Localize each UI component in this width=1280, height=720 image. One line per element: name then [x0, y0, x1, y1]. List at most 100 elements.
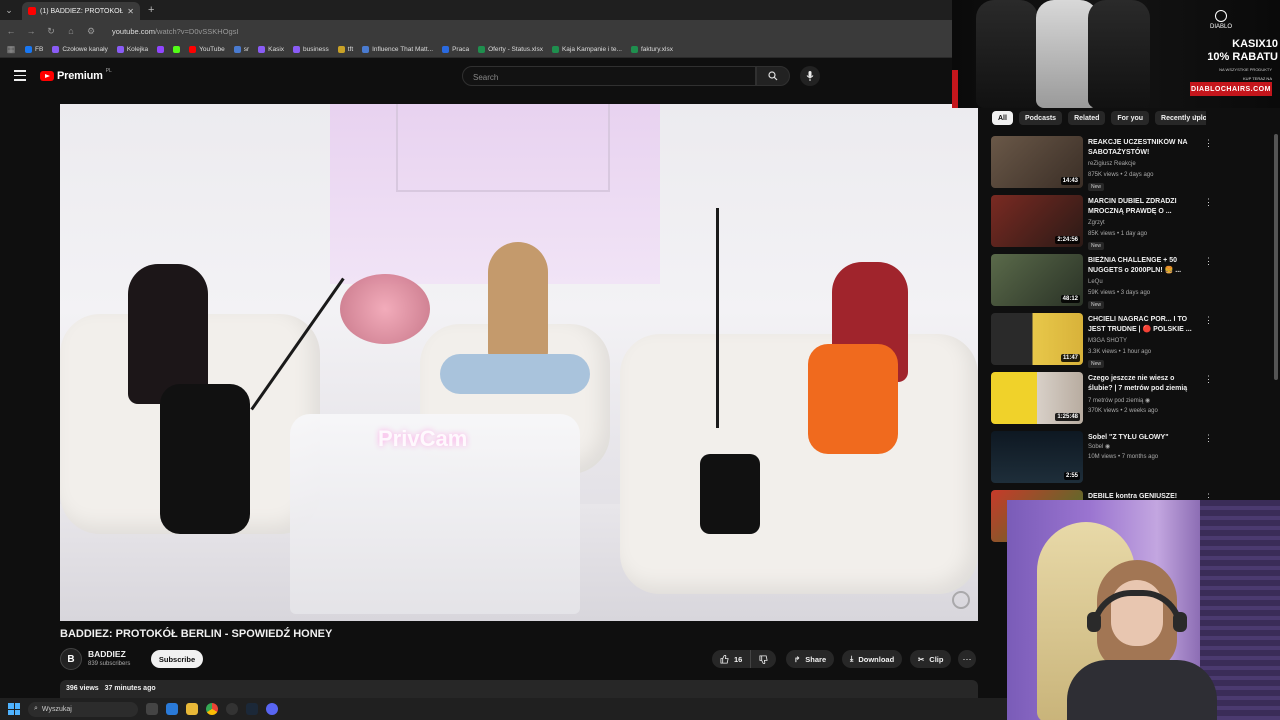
- share-button[interactable]: ↱ Share: [786, 650, 835, 668]
- browser-tab[interactable]: (1) BADDIEZ: PROTOKÓŁ BERLIN ✕: [22, 2, 140, 20]
- rec-channel[interactable]: M3GA SHOTY: [1088, 338, 1127, 344]
- sidebar-scrollbar[interactable]: [1274, 134, 1278, 380]
- rec-title[interactable]: MARCIN DUBIEL ZDRADZI MROCZNĄ PRAWDĘ O .…: [1088, 197, 1198, 217]
- rec-title[interactable]: CHCIELI NAGRAĆ POR... I TO JEST TRUDNE |…: [1088, 315, 1198, 335]
- rec-channel[interactable]: LeQu: [1088, 279, 1103, 285]
- search-input[interactable]: [463, 68, 755, 87]
- download-button[interactable]: ⤓ Download: [842, 650, 903, 668]
- promo-subtext: NA WSZYSTKIE PRODUKTY: [1219, 67, 1272, 72]
- dislike-button[interactable]: [751, 650, 777, 668]
- site-info-icon[interactable]: ⚙: [86, 26, 96, 37]
- bookmark-item[interactable]: [157, 46, 165, 53]
- task-view-icon[interactable]: [146, 703, 158, 715]
- rec-channel[interactable]: Zgrzyt: [1088, 220, 1105, 226]
- rec-title[interactable]: BIEŻNIA CHALLENGE + 50 NUGGETS o 2000PLN…: [1088, 256, 1198, 276]
- rec-channel[interactable]: 7 metrów pod ziemią ◉: [1088, 397, 1150, 404]
- video-thumbnail[interactable]: 2:24:56: [991, 195, 1083, 247]
- rec-channel[interactable]: Sobel ◉: [1088, 443, 1110, 450]
- bookmark-item[interactable]: Czołowe kanały: [52, 46, 108, 53]
- video-player[interactable]: PrivCam: [60, 104, 978, 621]
- video-thumbnail[interactable]: 1:25:48: [991, 372, 1083, 424]
- new-badge: New: [1088, 242, 1105, 250]
- recommendation-item[interactable]: 2:55 Sobel "Z TYŁU GŁOWY" Sobel ◉ 10M vi…: [990, 429, 1214, 485]
- rec-title[interactable]: Sobel "Z TYŁU GŁOWY": [1088, 433, 1198, 443]
- windows-start-icon[interactable]: [8, 703, 20, 715]
- tab-search-icon[interactable]: ⌄: [0, 0, 18, 20]
- video-thumbnail[interactable]: 11:47: [991, 313, 1083, 365]
- bookmark-item[interactable]: Kasix: [258, 46, 284, 53]
- more-vertical-icon[interactable]: ⋮: [1204, 138, 1213, 149]
- more-vertical-icon[interactable]: ⋮: [1204, 433, 1213, 444]
- apps-grid-icon[interactable]: ▦: [6, 44, 16, 55]
- hamburger-icon[interactable]: [14, 70, 26, 84]
- youtube-favicon-icon: [28, 7, 36, 15]
- rec-meta: 59K views • 3 days ago: [1088, 290, 1151, 296]
- like-button[interactable]: 16: [712, 650, 752, 668]
- more-horizontal-icon[interactable]: ⋯: [958, 650, 976, 668]
- recommendation-item[interactable]: 14:43 REAKCJE UCZESTNIKÓW NA SABOTAŻYSTÓ…: [990, 134, 1214, 191]
- rec-title[interactable]: REAKCJE UCZESTNIKÓW NA SABOTAŻYSTÓW!: [1088, 138, 1198, 158]
- channel-name[interactable]: BADDIEZ: [88, 649, 126, 659]
- new-tab-button[interactable]: +: [148, 4, 154, 16]
- microphone-icon: [806, 71, 814, 81]
- clip-label: Clip: [929, 654, 944, 664]
- home-icon[interactable]: ⌂: [66, 26, 76, 36]
- clip-button[interactable]: ✂ Clip: [910, 650, 952, 668]
- reload-icon[interactable]: ↻: [46, 26, 56, 37]
- subscribe-button[interactable]: Subscribe: [151, 650, 203, 668]
- obs-icon[interactable]: [226, 703, 238, 715]
- video-thumbnail[interactable]: 48:12: [991, 254, 1083, 306]
- widgets-icon[interactable]: [166, 703, 178, 715]
- recommendation-item[interactable]: 2:24:56 MARCIN DUBIEL ZDRADZI MROCZNĄ PR…: [990, 193, 1214, 250]
- bookmark-item[interactable]: Kolejka: [116, 46, 148, 53]
- description-box[interactable]: 396 views 37 minutes ago: [60, 680, 978, 700]
- bookmark-item[interactable]: Influence That Matt...: [362, 46, 433, 53]
- forward-icon[interactable]: →: [26, 26, 36, 36]
- taskbar-search[interactable]: ⌕ Wyszukaj: [28, 701, 138, 717]
- close-tab-icon[interactable]: ✕: [127, 7, 134, 16]
- channel-avatar[interactable]: B: [60, 648, 82, 670]
- logo-text: Premium: [57, 70, 103, 82]
- ad-url-badge[interactable]: DIABLOCHAIRS.COM: [1190, 82, 1272, 96]
- chip-recently-uploaded[interactable]: Recently uploaded: [1155, 111, 1206, 125]
- discord-icon[interactable]: [266, 703, 278, 715]
- bookmark-item[interactable]: FB: [25, 46, 43, 53]
- youtube-premium-logo[interactable]: Premium PL: [40, 68, 112, 82]
- back-icon[interactable]: ←: [6, 26, 16, 36]
- bookmark-item[interactable]: Kaja Kampanie i te...: [551, 46, 622, 53]
- bookmark-item[interactable]: tft: [337, 46, 353, 53]
- more-vertical-icon[interactable]: ⋮: [1204, 197, 1213, 208]
- person-center: [488, 242, 548, 362]
- chip-podcasts[interactable]: Podcasts: [1018, 111, 1063, 125]
- rec-title[interactable]: Czego jeszcze nie wiesz o ślubie? | 7 me…: [1088, 374, 1198, 394]
- bookmark-item[interactable]: YouTube: [189, 46, 225, 53]
- bookmark-item[interactable]: sr: [233, 46, 249, 53]
- file-explorer-icon[interactable]: [186, 703, 198, 715]
- more-vertical-icon[interactable]: ⋮: [1204, 315, 1213, 326]
- chip-all[interactable]: All: [992, 111, 1013, 125]
- diablo-chairs-ad[interactable]: DIABLO KASIX10 10% RABATU NA WSZYSTKIE P…: [952, 0, 1280, 108]
- url-field[interactable]: youtube.com/watch?v=D0vSSKHOgsI: [112, 27, 239, 36]
- bookmark-item[interactable]: [173, 46, 181, 53]
- chip-related[interactable]: Related: [1068, 111, 1106, 125]
- search-button[interactable]: [756, 66, 790, 86]
- more-vertical-icon[interactable]: ⋮: [1204, 374, 1213, 385]
- bookmark-item[interactable]: Oferty - Status.xlsx: [478, 46, 543, 53]
- recommendation-item[interactable]: 48:12 BIEŻNIA CHALLENGE + 50 NUGGETS o 2…: [990, 252, 1214, 309]
- ad-promo-text: KASIX10 10% RABATU: [1178, 38, 1278, 64]
- search-box[interactable]: [462, 66, 756, 87]
- steam-icon[interactable]: [246, 703, 258, 715]
- recommendation-item[interactable]: 1:25:48 Czego jeszcze nie wiesz o ślubie…: [990, 370, 1214, 426]
- more-vertical-icon[interactable]: ⋮: [1204, 256, 1213, 267]
- video-thumbnail[interactable]: 2:55: [991, 431, 1083, 483]
- recommendation-item[interactable]: 11:47 CHCIELI NAGRAĆ POR... I TO JEST TR…: [990, 311, 1214, 368]
- bookmark-item[interactable]: business: [293, 46, 329, 53]
- bookmark-item[interactable]: Praca: [442, 46, 469, 53]
- chip-for-you[interactable]: For you: [1111, 111, 1150, 125]
- chrome-icon[interactable]: [206, 703, 218, 715]
- chevron-right-icon[interactable]: ›: [1194, 111, 1197, 121]
- rec-channel[interactable]: reZigiusz Reakcje: [1088, 161, 1136, 167]
- bookmark-item[interactable]: faktury.xlsx: [630, 46, 673, 53]
- video-thumbnail[interactable]: 14:43: [991, 136, 1083, 188]
- voice-search-button[interactable]: [800, 66, 820, 86]
